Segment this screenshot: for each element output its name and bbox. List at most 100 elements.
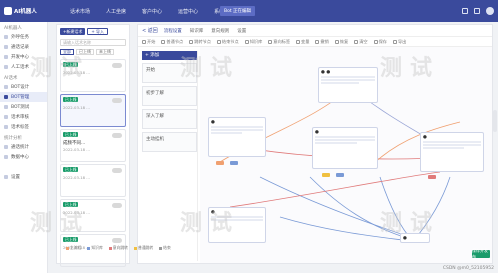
legend-label: 主流程 (70, 245, 82, 250)
bot-card[interactable]: 已上线 2022-03-18 ... (60, 199, 126, 232)
toggle-switch[interactable] (112, 133, 122, 138)
status-pill: Bot 正在编辑 (220, 6, 256, 16)
bot-card[interactable]: 已上线 2022-03-18 ... (60, 164, 126, 197)
sidebar-item[interactable]: 通话统计 (0, 142, 47, 152)
brand-name: AI机器人 (14, 9, 37, 15)
tool-label: 知识库 (249, 38, 263, 44)
avatar[interactable] (486, 7, 494, 15)
sidebar-item[interactable]: BOT测试 (0, 102, 47, 112)
tab-flow[interactable]: 流程设置 (164, 28, 182, 34)
legend-swatch (87, 246, 91, 250)
bot-card[interactable]: 已上线 2022-03-18 ... (60, 59, 126, 92)
sidebar: AI机器人 外呼任务 通话记录 开发中心 人工话术 AI话术 BOT设计 BOT… (0, 22, 48, 273)
sidebar-item-label: 数据中心 (11, 155, 29, 160)
tool-export[interactable]: 导出 (392, 39, 406, 45)
brand[interactable]: AI机器人 (0, 0, 58, 22)
tab-intent[interactable]: 意向规则 (211, 28, 229, 34)
bot-card[interactable]: 已上线 成频不同... 2022-03-18 ... (60, 129, 126, 162)
legend-label: 意向跳转 (112, 245, 128, 250)
sidebar-item-active[interactable]: BOT管理 (0, 92, 47, 102)
bot-card-selected[interactable]: 已上线 2022-03-18 ... (60, 94, 126, 127)
tool-intent[interactable]: 意向标签 (268, 39, 290, 45)
save-publish-button[interactable]: 保存并发布 (472, 248, 490, 259)
tool-label: 跳转节点 (194, 38, 211, 44)
new-bot-button[interactable]: +新建话术 (60, 28, 86, 35)
scrollbar[interactable] (493, 110, 497, 132)
toggle-switch[interactable] (112, 203, 122, 208)
edge-tag (336, 173, 344, 177)
sidebar-item[interactable]: 开发中心 (0, 52, 47, 62)
tool-end[interactable]: 结束节点 (216, 39, 239, 45)
sidebar-item[interactable]: BOT设计 (0, 82, 47, 92)
legend-label: 普通跳转 (137, 245, 154, 250)
tool-undo[interactable]: 撤销 (315, 39, 329, 45)
back-button[interactable]: < 返回 (142, 27, 158, 34)
filter-offline[interactable]: 未上线 (96, 49, 114, 55)
sidebar-item-settings[interactable]: 设置 (0, 172, 47, 182)
status-badge: 已上线 (63, 97, 79, 102)
flow-canvas[interactable]: ● ● ● ● ● ● ● (200, 47, 492, 263)
node-item[interactable]: 开始 (142, 63, 197, 83)
nav-item[interactable]: 客户中心 (134, 8, 170, 15)
tool-save[interactable]: 保存 (373, 39, 387, 45)
tool-jump[interactable]: 跳转节点 (189, 39, 211, 45)
filter-online[interactable]: 已上线 (76, 49, 94, 55)
nav-item[interactable]: 人工坐席 (98, 8, 134, 15)
node-item[interactable]: 主动挂机 (142, 132, 197, 152)
jump-icon (189, 39, 194, 44)
sidebar-item[interactable]: 话术标签 (0, 122, 47, 132)
undo-icon (315, 39, 320, 44)
stop-icon (216, 39, 221, 44)
tool-kb[interactable]: 知识库 (244, 38, 263, 45)
legend-swatch (133, 246, 137, 250)
node-item[interactable]: 初步了解 (142, 86, 197, 106)
tool-redo[interactable]: 恢复 (334, 39, 348, 45)
flow-node[interactable]: ● (420, 132, 484, 172)
tool-clear[interactable]: 清空 (354, 39, 368, 45)
nav-item[interactable]: 话术市场 (62, 8, 98, 15)
bot-meta: 2022-03-18 ... (63, 105, 90, 110)
search-input[interactable]: 请输入话术名称 (60, 39, 126, 46)
sidebar-item-label: 话术审核 (11, 115, 29, 120)
node-title-icon: ● ● (321, 70, 331, 75)
sidebar-item[interactable]: 通话记录 (0, 42, 47, 52)
tab-knowledge[interactable]: 知识库 (190, 28, 204, 34)
tool-var[interactable]: 变量 (296, 39, 309, 45)
tool-start[interactable]: 开始 (142, 39, 155, 45)
toggle-switch[interactable] (112, 63, 122, 68)
bell-icon[interactable] (474, 8, 480, 14)
credit: CSDN @m0_52105952 (442, 266, 494, 271)
flow-node[interactable]: ● (208, 117, 266, 157)
import-button[interactable]: + 导入 (87, 28, 108, 35)
flow-node[interactable]: ● (312, 127, 378, 169)
export-icon (392, 39, 397, 44)
sidebar-item[interactable]: 数据中心 (0, 152, 47, 162)
menu-icon (4, 115, 8, 119)
edge-tag (322, 173, 330, 177)
legend-item: 结束 (159, 245, 171, 251)
toggle-switch[interactable] (112, 238, 122, 243)
node-item[interactable]: 深入了解 (142, 109, 197, 129)
tab-settings[interactable]: 设置 (237, 28, 246, 34)
tool-node[interactable]: 普通节点 (161, 39, 183, 45)
sidebar-item[interactable]: 外呼任务 (0, 32, 47, 42)
toggle-switch[interactable] (112, 98, 122, 103)
message-icon[interactable] (462, 8, 468, 14)
status-badge: 已上线 (63, 62, 79, 67)
filter-all[interactable]: 全部 (60, 49, 74, 55)
sidebar-item[interactable]: 话术审核 (0, 112, 47, 122)
sidebar-section-title: AI话术 (4, 76, 18, 81)
toggle-switch[interactable] (112, 168, 122, 173)
menu-icon (4, 55, 8, 59)
nav-item[interactable]: 运营中心 (170, 8, 206, 15)
flow-node[interactable]: ● (208, 207, 266, 243)
legend-swatch (66, 246, 69, 250)
edge-tag (216, 161, 224, 165)
menu-icon (4, 145, 8, 149)
add-node-button[interactable]: + 添加 (142, 51, 197, 60)
flow-node-start[interactable]: ● ● (318, 67, 378, 103)
menu-icon (4, 155, 8, 159)
tool-label: 开始 (147, 38, 156, 44)
flow-node-end[interactable]: ● (400, 233, 430, 243)
sidebar-item[interactable]: 人工话术 (0, 62, 47, 72)
